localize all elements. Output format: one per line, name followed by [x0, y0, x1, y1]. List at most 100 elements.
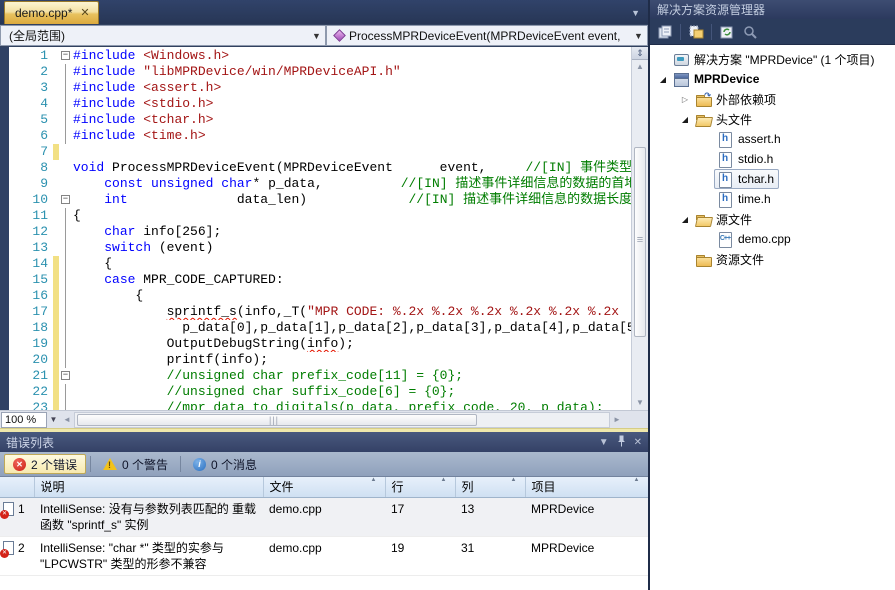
error-table-header-cell[interactable]: 文件▲	[263, 477, 385, 497]
collapse-box-icon[interactable]: −	[61, 371, 70, 380]
tree-item-demo.cpp[interactable]: demo.cpp	[650, 229, 895, 249]
code-line[interactable]: 10− int data_len) //[IN] 描述事件详细信息的数据长度	[9, 192, 631, 208]
error-table-header-cell[interactable]: 项目▲	[525, 477, 648, 497]
error-table-header-cell[interactable]: 列▲	[455, 477, 525, 497]
code-line[interactable]: 18 p_data[0],p_data[1],p_data[2],p_data[…	[9, 320, 631, 336]
errors-filter-button[interactable]: ✕ 2 个错误	[4, 454, 86, 474]
code-line[interactable]: 14 {	[9, 256, 631, 272]
vertical-scrollbar-thumb[interactable]	[634, 147, 646, 337]
tree-item-tchar.h[interactable]: tchar.h	[650, 169, 895, 189]
messages-filter-button[interactable]: i 0 个消息	[185, 454, 265, 474]
code-line[interactable]: 8void ProcessMPRDeviceEvent(MPRDeviceEve…	[9, 160, 631, 176]
sort-caret-icon: ▲	[441, 477, 447, 483]
chevron-down-icon[interactable]: ▼	[47, 412, 60, 428]
tree-item-assert.h[interactable]: assert.h	[650, 129, 895, 149]
tree-item-stdio.h[interactable]: stdio.h	[650, 149, 895, 169]
chevron-down-icon[interactable]: ▼	[310, 29, 323, 43]
tree-item--[interactable]: ◢头文件	[650, 109, 895, 129]
tree-item-mprdevice[interactable]: ◢MPRDevice	[650, 69, 895, 89]
tree-item--[interactable]: 资源文件	[650, 249, 895, 269]
fold-margin	[59, 64, 73, 80]
tab-close-icon[interactable]: ✕	[80, 8, 89, 19]
code-line[interactable]: 21− //unsigned char prefix_code[11] = {0…	[9, 368, 631, 384]
pin-icon[interactable]	[617, 435, 626, 450]
line-number: 6	[9, 128, 53, 144]
fold-margin[interactable]: −	[59, 192, 73, 208]
code-line[interactable]: 3#include <assert.h>	[9, 80, 631, 96]
scroll-left-icon[interactable]: ◄	[60, 412, 74, 428]
error-table-header-cell[interactable]	[0, 477, 34, 497]
tree-item--mprdevice-1-[interactable]: 解决方案 "MPRDevice" (1 个项目)	[650, 49, 895, 69]
document-list-dropdown-icon[interactable]: ▼	[631, 8, 640, 18]
warnings-filter-button[interactable]: 0 个警告	[95, 454, 176, 474]
code-editor[interactable]: 1−#include <Windows.h>2#include "libMPRD…	[0, 47, 648, 410]
code-line[interactable]: 23 //mpr_data_to_digitals(p_data, prefix…	[9, 400, 631, 410]
vertical-scrollbar[interactable]: ⇕ ▲ ▼	[631, 47, 648, 410]
method-icon	[333, 29, 346, 42]
code-line[interactable]: 19 OutputDebugString(info);	[9, 336, 631, 352]
tree-item-time.h[interactable]: time.h	[650, 189, 895, 209]
collapse-box-icon[interactable]: −	[61, 51, 70, 60]
toolbar-separator	[711, 24, 712, 40]
error-table-header-cell[interactable]: 行▲	[385, 477, 455, 497]
collapse-box-icon[interactable]: −	[61, 195, 70, 204]
code-line[interactable]: 5#include <tchar.h>	[9, 112, 631, 128]
code-line[interactable]: 1−#include <Windows.h>	[9, 48, 631, 64]
method-dropdown[interactable]: ProcessMPRDeviceEvent(MPRDeviceEvent eve…	[326, 25, 648, 46]
code-line[interactable]: 16 {	[9, 288, 631, 304]
code-line[interactable]: 4#include <stdio.h>	[9, 96, 631, 112]
splitter-handle[interactable]: ⇕	[632, 47, 648, 60]
error-document-icon	[3, 502, 14, 516]
chevron-down-icon[interactable]: ▼	[632, 29, 645, 43]
code-line[interactable]: 17 sprintf_s(info,_T("MPR CODE: %.2x %.2…	[9, 304, 631, 320]
scroll-right-icon[interactable]: ►	[610, 412, 624, 428]
horizontal-scrollbar[interactable]	[74, 412, 610, 428]
code-line[interactable]: 11{	[9, 208, 631, 224]
code-text: {	[73, 208, 631, 224]
error-table-row[interactable]: 1IntelliSense: 没有与参数列表匹配的 重载函数 "sprintf_…	[0, 497, 648, 536]
tree-item--[interactable]: ▷↷外部依赖项	[650, 89, 895, 109]
fold-line	[65, 96, 66, 112]
code-text: const unsigned char* p_data, //[IN] 描述事件…	[73, 176, 631, 192]
window-menu-icon[interactable]: ▼	[599, 437, 609, 448]
properties-icon[interactable]	[655, 22, 675, 42]
close-icon[interactable]: ✕	[634, 437, 642, 448]
editor-navigation-bar: (全局范围) ▼ ProcessMPRDeviceEvent(MPRDevice…	[0, 24, 648, 47]
code-line[interactable]: 15 case MPR_CODE_CAPTURED:	[9, 272, 631, 288]
scope-dropdown[interactable]: (全局范围) ▼	[0, 25, 326, 46]
code-line[interactable]: 6#include <time.h>	[9, 128, 631, 144]
collapse-arrow-icon[interactable]: ◢	[656, 75, 670, 84]
scroll-up-icon[interactable]: ▲	[632, 60, 648, 74]
code-lines[interactable]: 1−#include <Windows.h>2#include "libMPRD…	[9, 48, 631, 410]
fold-margin[interactable]: −	[59, 368, 73, 384]
line-number: 1	[9, 48, 53, 64]
tree-item-label: 源文件	[716, 211, 752, 228]
fold-margin[interactable]: −	[59, 48, 73, 64]
show-all-files-icon[interactable]	[686, 22, 706, 42]
error-list-title-bar: 错误列表 ▼ ✕	[0, 432, 648, 452]
line-number: 9	[9, 176, 53, 192]
tab-demo-cpp[interactable]: demo.cpp* ✕	[4, 1, 99, 24]
code-line[interactable]: 9 const unsigned char* p_data, //[IN] 描述…	[9, 176, 631, 192]
fold-margin	[59, 304, 73, 320]
expand-arrow-icon[interactable]: ▷	[678, 95, 692, 104]
code-line[interactable]: 7	[9, 144, 631, 160]
view-class-diagram-icon[interactable]	[740, 22, 760, 42]
collapse-arrow-icon[interactable]: ◢	[678, 215, 692, 224]
code-line[interactable]: 20 printf(info);	[9, 352, 631, 368]
line-number: 19	[9, 336, 53, 352]
error-table-header-row: 说明文件▲行▲列▲项目▲	[0, 477, 648, 497]
tree-item--[interactable]: ◢ 源文件	[650, 209, 895, 229]
code-line[interactable]: 22 //unsigned char suffix_code[6] = {0};	[9, 384, 631, 400]
refresh-icon[interactable]	[717, 22, 737, 42]
collapse-arrow-icon[interactable]: ◢	[678, 115, 692, 124]
code-line[interactable]: 12 char info[256];	[9, 224, 631, 240]
code-line[interactable]: 13 switch (event)	[9, 240, 631, 256]
error-table-header-cell[interactable]: 说明	[34, 477, 263, 497]
code-line[interactable]: 2#include "libMPRDevice/win/MPRDeviceAPI…	[9, 64, 631, 80]
error-table-row[interactable]: 2IntelliSense: "char *" 类型的实参与 "LPCWSTR"…	[0, 536, 648, 575]
horizontal-scrollbar-thumb[interactable]	[77, 414, 477, 426]
scroll-down-icon[interactable]: ▼	[632, 396, 648, 410]
zoom-level-dropdown[interactable]: 100 %	[1, 412, 47, 428]
error-line: 19	[385, 536, 455, 575]
